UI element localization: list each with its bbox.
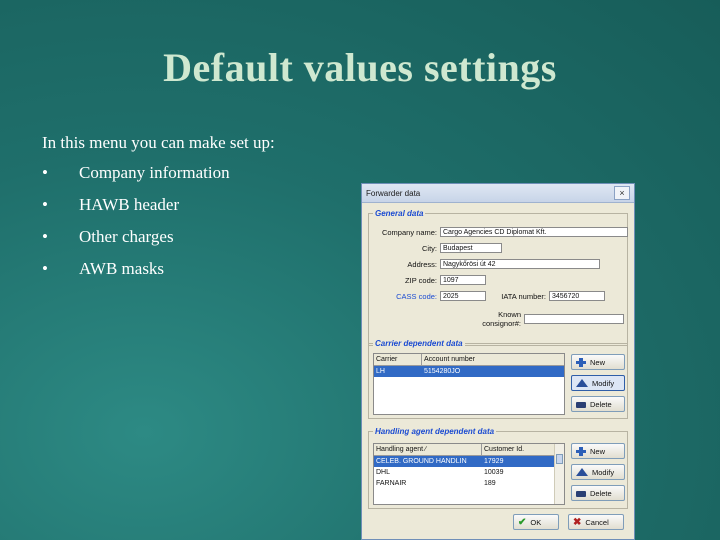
address-row: Address: Nagykőrösi út 42 (373, 259, 600, 269)
table-row[interactable]: LH 5154280JO (374, 366, 564, 377)
general-data-group: General data Company name: Cargo Agencie… (368, 209, 628, 346)
handling-modify-label: Modify (592, 467, 615, 477)
close-icon[interactable]: × (614, 186, 630, 200)
scrollbar[interactable] (554, 444, 564, 504)
column-header-handling-agent[interactable]: Handling agent ∕ (374, 444, 482, 455)
company-name-field[interactable]: Cargo Agencies CD Diplomat Kft. (440, 227, 628, 237)
bullet-text: AWB masks (79, 259, 165, 278)
scrollbar-thumb[interactable] (556, 454, 563, 464)
zip-code-field[interactable]: 1097 (440, 275, 486, 285)
bullet-list: • Company information • HAWB header • Other… (42, 163, 230, 291)
table-row[interactable]: DHL 10039 (374, 467, 564, 478)
customer-id-cell: 10039 (484, 469, 504, 476)
plus-icon (576, 446, 586, 456)
cancel-icon: ✖ (573, 516, 582, 528)
cass-code-label: CASS code: (396, 291, 437, 301)
iata-number-label: IATA number: (501, 291, 546, 301)
handling-new-label: New (590, 446, 606, 456)
handling-agent-cell: DHL (376, 469, 391, 476)
carrier-new-label: New (590, 357, 606, 367)
carrier-list-header: Carrier Account number (374, 354, 564, 366)
carrier-delete-label: Delete (590, 399, 612, 409)
bullet-dot: • (42, 259, 48, 278)
bullet-dot: • (42, 227, 48, 246)
cancel-button[interactable]: ✖ Cancel (568, 514, 624, 530)
edit-icon (576, 468, 588, 476)
cass-row: CASS code: 2025 IATA number: 3456720 (373, 291, 605, 301)
edit-icon (576, 379, 588, 387)
dialog-title: Forwarder data (366, 188, 421, 198)
bullet-text: Company information (79, 163, 230, 182)
bullet-item: • Company information (42, 163, 230, 195)
carrier-data-legend: Carrier dependent data (373, 339, 465, 348)
city-label: City: (422, 243, 437, 253)
forwarder-data-dialog: Forwarder data × General data Company na… (361, 183, 635, 540)
carrier-new-button[interactable]: New (571, 354, 625, 370)
city-field[interactable]: Budapest (440, 243, 502, 253)
cancel-label: Cancel (585, 517, 609, 527)
ok-label: OK (530, 517, 542, 527)
zip-row: ZIP code: 1097 (373, 275, 486, 285)
account-number-cell: 5154280JO (424, 368, 461, 375)
address-field[interactable]: Nagykőrösi út 42 (440, 259, 600, 269)
column-header-customer-id[interactable]: Customer Id. (482, 444, 555, 455)
delete-icon (576, 491, 586, 497)
handling-list-header: Handling agent ∕ Customer Id. (374, 444, 564, 456)
handling-new-button[interactable]: New (571, 443, 625, 459)
known-consignor-row: Known consignor#: (477, 310, 624, 328)
ok-button[interactable]: ✔ OK (513, 514, 559, 530)
delete-icon (576, 402, 586, 408)
handling-delete-label: Delete (590, 488, 612, 498)
table-row[interactable]: CELEB. GROUND HANDLIN 17929 (374, 456, 564, 467)
handling-modify-button[interactable]: Modify (571, 464, 625, 480)
bullet-item: • AWB masks (42, 259, 230, 291)
customer-id-cell: 17929 (484, 458, 504, 465)
zip-code-label: ZIP code: (405, 275, 437, 285)
table-row[interactable]: FARNAIR 189 (374, 478, 564, 489)
handling-delete-button[interactable]: Delete (571, 485, 625, 501)
carrier-data-group: Carrier dependent data Carrier Account n… (368, 339, 628, 419)
address-label: Address: (407, 259, 437, 269)
bullet-item: • Other charges (42, 227, 230, 259)
bullet-text: HAWB header (79, 195, 180, 214)
company-name-row: Company name: Cargo Agencies CD Diplomat… (373, 227, 628, 237)
intro-text: In this menu you can make set up: (42, 133, 275, 152)
bullet-dot: • (42, 195, 48, 214)
carrier-delete-button[interactable]: Delete (571, 396, 625, 412)
known-consignor-label: Known consignor#: (482, 310, 521, 328)
iata-number-field[interactable]: 3456720 (549, 291, 605, 301)
company-name-label: Company name: (381, 227, 437, 237)
column-header-account-number[interactable]: Account number (422, 354, 564, 365)
carrier-list[interactable]: Carrier Account number LH 5154280JO (373, 353, 565, 415)
handling-agent-legend: Handling agent dependent data (373, 427, 497, 436)
bullet-item: • HAWB header (42, 195, 230, 227)
customer-id-cell: 189 (484, 480, 496, 487)
carrier-cell: LH (376, 368, 385, 375)
carrier-modify-label: Modify (592, 378, 615, 388)
plus-icon (576, 357, 586, 367)
bullet-text: Other charges (79, 227, 174, 246)
dialog-titlebar[interactable]: Forwarder data × (362, 184, 634, 203)
carrier-modify-button[interactable]: Modify (571, 375, 625, 391)
check-icon: ✔ (518, 516, 527, 528)
city-row: City: Budapest (373, 243, 502, 253)
handling-agent-list[interactable]: Handling agent ∕ Customer Id. CELEB. GRO… (373, 443, 565, 505)
cass-code-field[interactable]: 2025 (440, 291, 486, 301)
slide-title: Default values settings (163, 45, 557, 90)
handling-agent-cell: CELEB. GROUND HANDLIN (376, 458, 467, 465)
general-data-legend: General data (373, 209, 426, 218)
handling-agent-group: Handling agent dependent data Handling a… (368, 427, 628, 509)
column-header-carrier[interactable]: Carrier (374, 354, 422, 365)
known-consignor-field[interactable] (524, 314, 624, 324)
bullet-dot: • (42, 163, 48, 182)
handling-agent-cell: FARNAIR (376, 480, 407, 487)
